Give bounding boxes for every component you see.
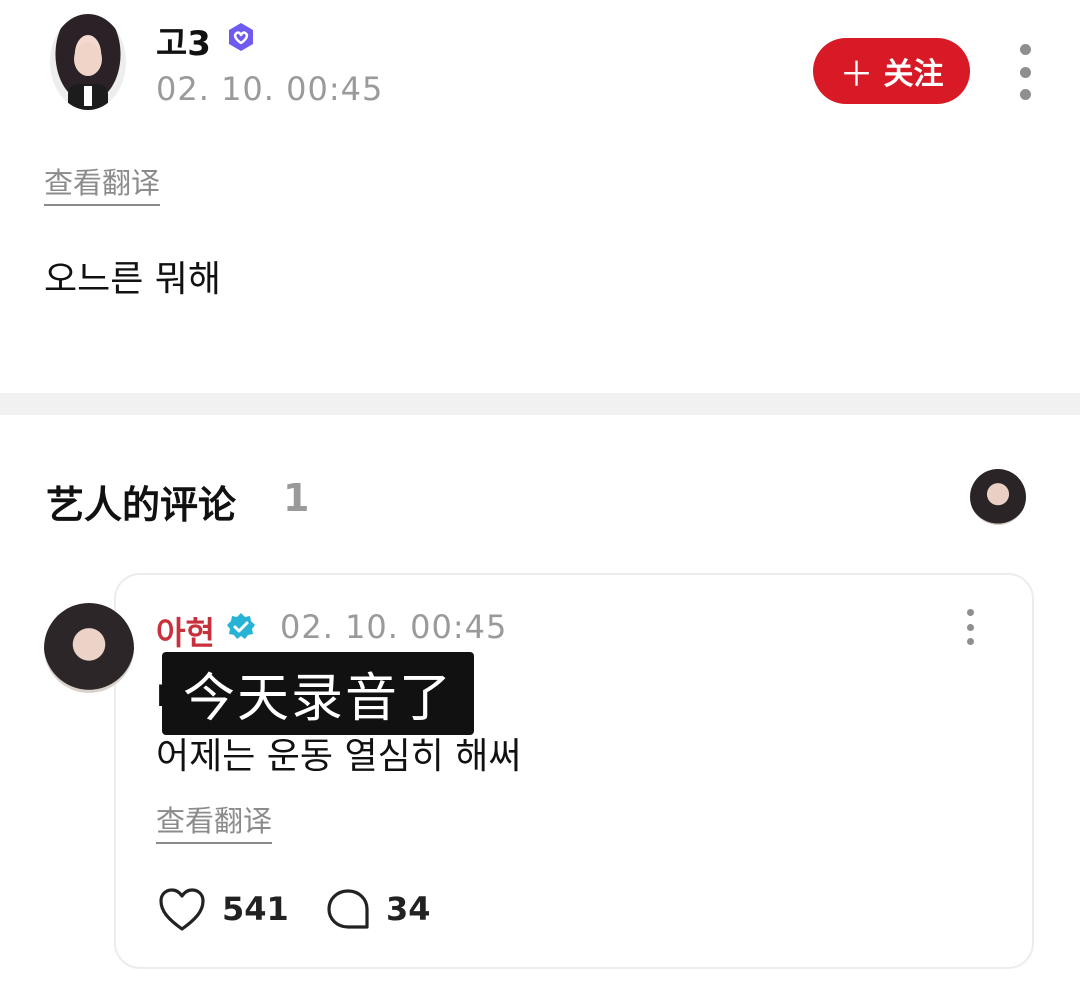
dot xyxy=(966,623,974,631)
like-count: 541 xyxy=(222,890,289,928)
follow-button[interactable]: ＋ 关注 xyxy=(813,38,970,104)
verified-badge-icon xyxy=(229,23,253,51)
dot xyxy=(1019,89,1031,100)
see-translation-link[interactable]: 查看翻译 xyxy=(44,160,161,206)
avatar-tie xyxy=(84,86,92,106)
commenter-avatar[interactable] xyxy=(44,603,134,693)
follow-label: 关注 xyxy=(883,58,944,91)
see-translation-link[interactable]: 查看翻译 xyxy=(156,798,273,844)
post-timestamp: 02. 10. 00:45 xyxy=(156,70,384,108)
comment-timestamp: 02. 10. 00:45 xyxy=(280,608,508,646)
dot xyxy=(1019,44,1031,55)
post-author-name[interactable]: 고3 xyxy=(156,16,211,65)
commenter-name[interactable]: 아현 xyxy=(156,608,215,654)
more-options-icon[interactable] xyxy=(1012,44,1038,100)
plus-icon: ＋ xyxy=(839,55,874,94)
avatar-face xyxy=(74,42,102,76)
post-body-text: 오느른 뭐해 xyxy=(44,259,222,300)
artist-avatar-small[interactable] xyxy=(970,469,1026,525)
artist-comments-count: 1 xyxy=(283,476,310,520)
comment-more-options-icon[interactable] xyxy=(960,609,980,645)
comment-bubble-icon[interactable] xyxy=(325,887,371,933)
dot xyxy=(1019,66,1031,78)
post-author-avatar[interactable] xyxy=(50,14,126,110)
verified-badge-icon xyxy=(227,613,255,639)
dot xyxy=(966,638,974,645)
reply-count: 34 xyxy=(386,890,431,928)
section-divider xyxy=(0,393,1080,415)
caption-overlay: 今天录音了 xyxy=(162,652,474,735)
artist-comments-title: 艺人的评论 xyxy=(46,483,237,527)
heart-icon[interactable] xyxy=(158,887,206,933)
dot xyxy=(966,609,974,616)
